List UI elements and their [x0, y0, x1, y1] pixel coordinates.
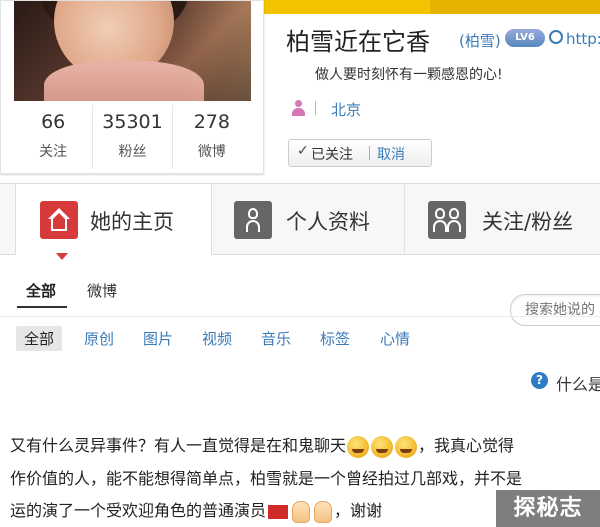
post-text: ，谢谢 [334, 501, 383, 520]
post-text: 运的演了一个受欢迎角色的普通演员 [10, 501, 267, 520]
post-line-1: 又有什么灵异事件？有人一直觉得是在和鬼聊天 ，我真心觉得 [10, 432, 600, 458]
stat-fans[interactable]: 35301 粉丝 [93, 105, 173, 169]
profile-card: 66 关注 35301 粉丝 278 微博 [0, 0, 264, 174]
search-input[interactable] [523, 299, 600, 321]
people-icon-second [447, 208, 461, 232]
stat-following-label: 关注 [39, 144, 68, 160]
person-icon-head [248, 208, 258, 219]
divider [315, 101, 316, 115]
home-icon-wall [51, 219, 67, 231]
help-icon[interactable]: ? [531, 372, 548, 389]
filter-videos[interactable]: 视频 [202, 328, 232, 349]
profile-alias[interactable]: (柏雪) [459, 30, 501, 51]
post-line-2: 作价值的人，能不能想得简单点，柏雪就是一个曾经拍过几部戏，并不是 [10, 465, 600, 489]
victory-hand-emoji-icon [314, 500, 333, 523]
person-tab-icon-bg [234, 201, 272, 239]
filter-mood[interactable]: 心情 [380, 328, 410, 349]
stat-weibo-count: 278 [193, 111, 230, 133]
profile-stats: 66 关注 35301 粉丝 278 微博 [14, 105, 251, 169]
person-icon-body [246, 220, 260, 232]
tab-follow-fans-label: 关注/粉丝 [482, 210, 574, 234]
female-icon [291, 100, 305, 116]
avatar[interactable] [14, 1, 251, 101]
help-link[interactable]: 什么是 [556, 371, 600, 395]
profile-tabs: 她的主页 个人资料 关注/粉丝 [0, 183, 600, 260]
profile-city[interactable]: 北京 [331, 99, 361, 120]
female-icon-head [295, 100, 302, 107]
stat-following[interactable]: 66 关注 [14, 105, 94, 169]
tab-profile-info-label: 个人资料 [286, 210, 370, 234]
people-icon-head-1 [435, 208, 445, 219]
post-text: ，我真心觉得 [418, 436, 515, 455]
stat-following-count: 66 [41, 111, 66, 133]
check-icon: ✓ [297, 143, 309, 159]
stat-fans-label: 粉丝 [118, 144, 147, 160]
people-icon-body-2 [447, 220, 461, 232]
filter-images[interactable]: 图片 [143, 328, 173, 349]
stat-weibo[interactable]: 278 微博 [173, 105, 251, 169]
profile-url[interactable]: http://w [566, 30, 600, 48]
ok-hand-emoji-icon [292, 500, 311, 523]
subtab-weibo[interactable]: 微博 [87, 280, 117, 301]
stat-weibo-label: 微博 [197, 144, 226, 160]
yawn-emoji-icon [371, 435, 394, 458]
profile-bio: 做人要时刻怀有一颗感恩的心! [315, 67, 503, 83]
link-icon [549, 30, 563, 44]
filter-music[interactable]: 音乐 [261, 328, 291, 349]
avatar-shirt [44, 61, 204, 101]
tab-home-label: 她的主页 [90, 210, 174, 234]
post-text: 又有什么灵异事件？有人一直觉得是在和鬼聊天 [10, 436, 347, 455]
post-search [510, 294, 600, 326]
top-banner-right [430, 0, 600, 14]
profile-name: 柏雪近在它香 [286, 28, 430, 56]
home-tab-icon-bg [40, 201, 78, 260]
filter-original[interactable]: 原创 [84, 328, 114, 349]
people-icon-body-1 [433, 220, 447, 232]
filter-tags[interactable]: 标签 [320, 328, 350, 349]
divider [0, 316, 600, 317]
filter-all[interactable]: 全部 [16, 326, 63, 351]
followed-status: 已关注 [311, 147, 353, 163]
tab-follow-fans[interactable]: 关注/粉丝 [406, 184, 600, 254]
unfollow-button[interactable]: 取消 [377, 144, 405, 164]
grin-emoji-icon [347, 435, 370, 458]
female-icon-body [292, 108, 305, 116]
follow-control: ✓ 已关注 取消 [288, 139, 432, 167]
subtab-active-indicator [17, 306, 67, 308]
people-icon [433, 208, 447, 232]
surprised-emoji-icon [395, 435, 418, 458]
subtab-all[interactable]: 全部 [26, 280, 56, 301]
flag-emoji-icon [268, 504, 289, 519]
people-icon-head-2 [449, 208, 459, 219]
avatar-light [181, 1, 251, 101]
tab-profile-info[interactable]: 个人资料 [212, 184, 405, 254]
people-tab-icon-bg [428, 201, 466, 239]
watermark: 探秘志 [496, 490, 600, 527]
person-icon [246, 208, 260, 232]
level-badge[interactable]: LV6 [505, 29, 545, 47]
tab-home[interactable]: 她的主页 [15, 184, 212, 260]
stat-fans-count: 35301 [102, 111, 163, 133]
home-icon [48, 208, 70, 232]
post-text: 作价值的人，能不能想得简单点，柏雪就是一个曾经拍过几部戏，并不是 [10, 469, 523, 488]
home-icon-pointer [56, 253, 68, 260]
follow-divider [369, 146, 370, 160]
